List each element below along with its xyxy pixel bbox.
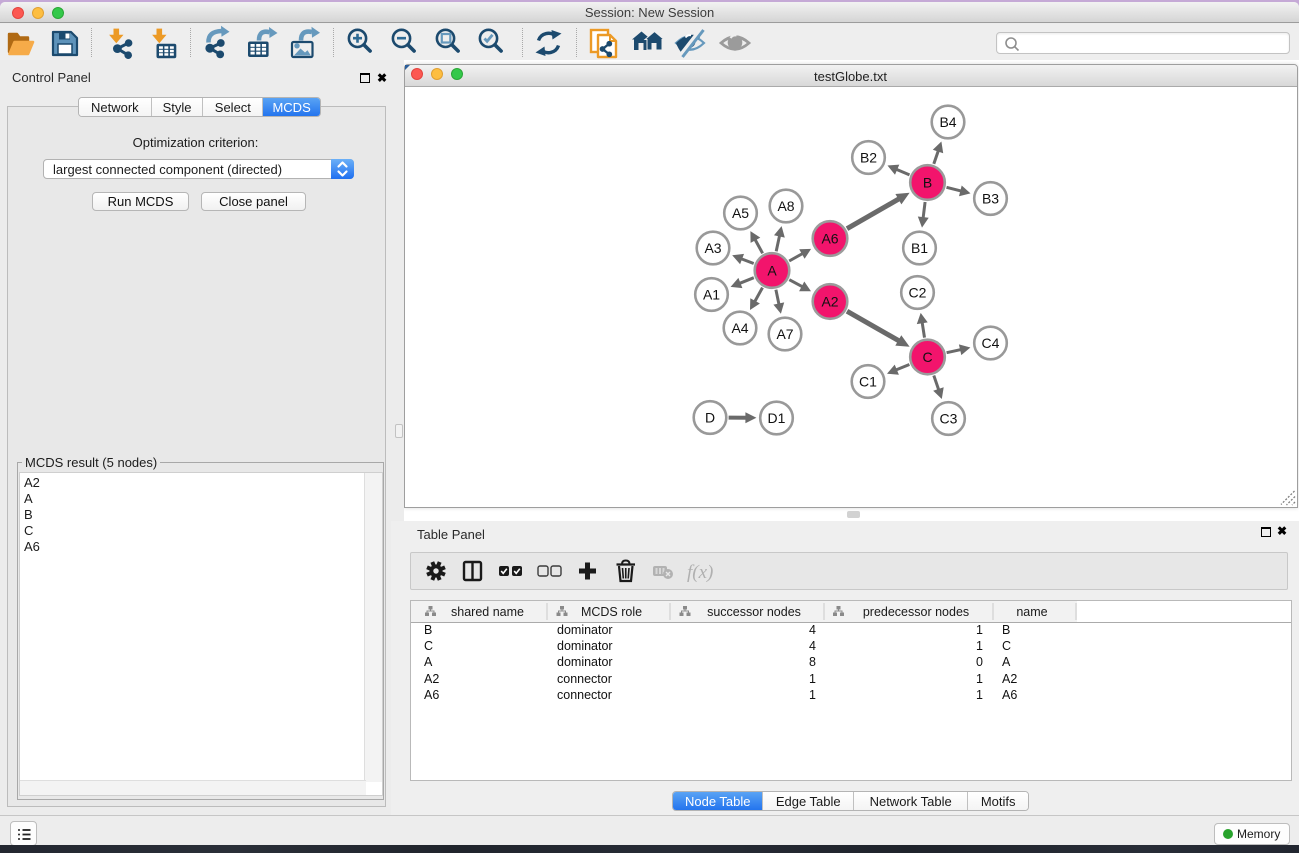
- svg-text:D1: D1: [767, 410, 785, 426]
- svg-text:A7: A7: [776, 326, 793, 342]
- svg-text:A6: A6: [821, 231, 838, 247]
- svg-text:B: B: [922, 175, 931, 191]
- svg-text:successor nodes: successor nodes: [707, 605, 801, 619]
- svg-text:MCDS role: MCDS role: [581, 605, 642, 619]
- svg-text:C: C: [922, 349, 932, 365]
- svg-text:D: D: [704, 410, 714, 426]
- svg-text:name: name: [1016, 605, 1047, 619]
- svg-text:C3: C3: [939, 411, 957, 427]
- svg-text:C1: C1: [859, 374, 877, 390]
- svg-text:A5: A5: [731, 205, 748, 221]
- svg-text:A2: A2: [821, 294, 838, 310]
- svg-text:B2: B2: [859, 150, 876, 166]
- svg-text:A4: A4: [731, 320, 748, 336]
- svg-text:B3: B3: [981, 191, 998, 207]
- svg-text:shared name: shared name: [451, 605, 524, 619]
- svg-text:C2: C2: [908, 285, 926, 301]
- svg-text:A8: A8: [777, 198, 794, 214]
- svg-text:f(x): f(x): [687, 562, 713, 583]
- svg-text:B1: B1: [910, 240, 927, 256]
- svg-text:A1: A1: [702, 287, 719, 303]
- svg-text:A: A: [767, 263, 777, 279]
- svg-text:C4: C4: [981, 335, 999, 351]
- svg-text:B4: B4: [939, 114, 956, 130]
- svg-text:predecessor nodes: predecessor nodes: [863, 605, 969, 619]
- svg-text:A3: A3: [704, 240, 721, 256]
